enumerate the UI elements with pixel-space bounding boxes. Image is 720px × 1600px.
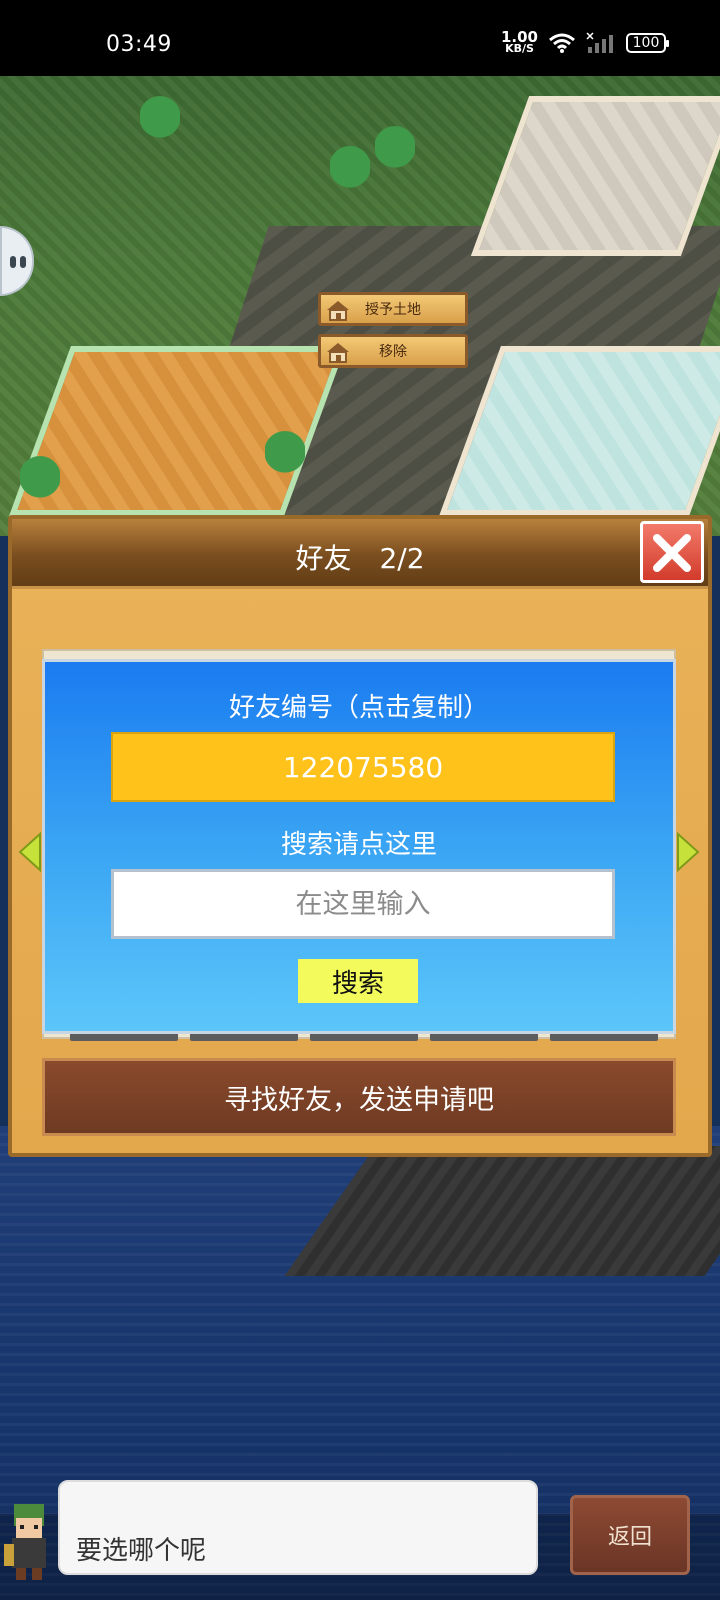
search-label: 搜索请点这里	[280, 830, 437, 860]
grant-land-label: 授予土地	[365, 302, 421, 318]
send-request-banner[interactable]: 寻找好友，发送申请吧	[42, 1058, 676, 1136]
tree-icon	[140, 96, 180, 148]
npc-chat-message: 要选哪个呢	[76, 1536, 207, 1566]
grant-land-button[interactable]: 授予土地	[318, 292, 468, 326]
remove-button[interactable]: 移除	[318, 334, 468, 368]
tree-icon	[265, 431, 305, 483]
tree-icon	[20, 456, 60, 508]
npc-chat-bubble: 要选哪个呢	[58, 1480, 538, 1575]
dialog-title: 好友 2/2	[295, 542, 425, 575]
close-icon	[653, 534, 691, 572]
status-time: 03:49	[106, 32, 172, 57]
status-bar: 03:49 1.00 KB/S 100	[0, 0, 720, 76]
battery-icon: 100	[626, 33, 669, 53]
signal-icon	[586, 32, 613, 53]
tree-icon	[330, 146, 370, 198]
tree-icon	[375, 126, 415, 178]
npc-avatar	[4, 1504, 46, 1580]
house-icon	[327, 301, 349, 321]
network-speed: 1.00 KB/S	[501, 30, 538, 55]
arrow-right-icon[interactable]	[676, 832, 700, 872]
friend-dialog: 好友 2/2 好友编号（点击复制） 122075580 搜索请点这里 搜索 寻找…	[8, 515, 712, 1157]
arrow-left-icon[interactable]	[18, 832, 42, 872]
friend-id-copy-button[interactable]: 122075580	[111, 732, 615, 802]
house-icon	[327, 343, 349, 363]
close-button[interactable]	[640, 521, 704, 583]
friend-search-panel: 好友编号（点击复制） 122075580 搜索请点这里 搜索	[42, 659, 676, 1034]
network-speed-unit: KB/S	[505, 42, 534, 55]
friend-search-input[interactable]	[111, 869, 615, 939]
back-button[interactable]: 返回	[570, 1495, 690, 1575]
search-button[interactable]: 搜索	[298, 959, 418, 1003]
wifi-icon	[549, 33, 575, 53]
dialog-header: 好友 2/2	[12, 519, 708, 589]
friend-id-label: 好友编号（点击复制）	[228, 693, 489, 723]
status-icons: 1.00 KB/S 100	[501, 30, 669, 55]
remove-label: 移除	[379, 344, 407, 360]
